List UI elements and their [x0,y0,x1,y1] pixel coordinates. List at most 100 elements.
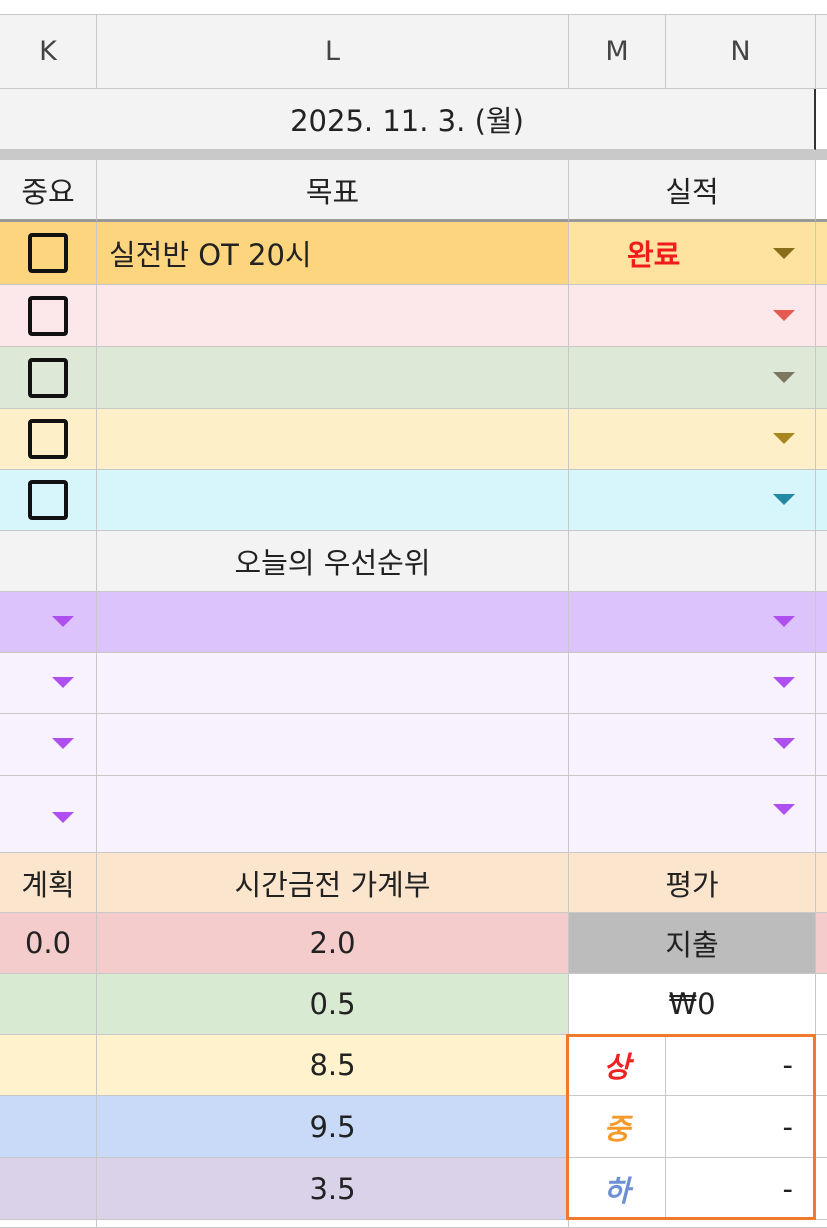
goal-text-cell[interactable] [97,285,569,347]
plan-value[interactable] [0,974,97,1035]
blank-cell[interactable] [816,714,827,776]
date-cell[interactable]: 2025. 11. 3. (월) [0,89,816,150]
priority-dropdown[interactable] [0,653,97,714]
blank-cell[interactable] [816,89,827,150]
status-dropdown[interactable] [569,409,816,470]
priority-header-blank[interactable] [0,531,97,592]
dropdown-arrow-icon[interactable] [773,494,795,505]
blank-cell[interactable] [97,1220,569,1228]
column-header-m[interactable]: M [569,14,666,89]
dropdown-arrow-icon[interactable] [52,616,74,627]
grade-label[interactable]: 중 [569,1096,666,1158]
blank-cell[interactable] [816,222,827,285]
importance-checkbox-cell[interactable] [0,285,97,347]
goal-header[interactable]: 목표 [97,160,569,222]
plan-value[interactable] [0,1158,97,1220]
checkbox[interactable] [28,480,68,520]
frozen-row-divider[interactable] [0,150,827,160]
ledger-value[interactable]: 0.5 [97,974,569,1035]
dropdown-arrow-icon[interactable] [773,433,795,444]
importance-checkbox-cell[interactable] [0,470,97,531]
ledger-header[interactable]: 시간금전 가계부 [97,853,569,913]
blank-cell[interactable] [816,347,827,409]
blank-cell[interactable] [816,1096,827,1158]
plan-header[interactable]: 계획 [0,853,97,913]
blank-cell[interactable] [816,776,827,853]
grade-value[interactable]: - [666,1158,816,1220]
column-header-k[interactable]: K [0,14,97,89]
priority-dropdown[interactable] [0,714,97,776]
blank-cell[interactable] [816,1035,827,1096]
grade-value[interactable]: - [666,1096,816,1158]
column-header-n[interactable]: N [666,14,816,89]
grade-label[interactable]: 하 [569,1158,666,1220]
blank-cell[interactable] [816,531,827,592]
goal-text-cell[interactable] [97,409,569,470]
priority-dropdown[interactable] [0,592,97,653]
eval-header[interactable]: 평가 [569,853,816,913]
priority-header[interactable]: 오늘의 우선순위 [97,531,569,592]
checkbox[interactable] [28,357,68,398]
importance-checkbox-cell[interactable] [0,347,97,409]
priority-result-dropdown[interactable] [569,592,816,653]
column-header-l[interactable]: L [97,14,569,89]
goal-text-cell[interactable] [97,470,569,531]
ledger-value[interactable]: 2.0 [97,913,569,974]
checkbox[interactable] [28,295,68,336]
ledger-value[interactable]: 9.5 [97,1096,569,1158]
blank-cell[interactable] [816,913,827,974]
priority-text-cell[interactable] [97,592,569,653]
ledger-value[interactable]: 3.5 [97,1158,569,1220]
blank-cell[interactable] [816,160,827,222]
priority-result-dropdown[interactable] [569,653,816,714]
status-dropdown[interactable] [569,470,816,531]
plan-value[interactable] [0,1035,97,1096]
blank-cell[interactable] [816,853,827,913]
dropdown-arrow-icon[interactable] [52,677,74,688]
dropdown-arrow-icon[interactable] [773,248,795,259]
priority-text-cell[interactable] [97,653,569,714]
column-header-o[interactable] [816,14,827,89]
status-dropdown[interactable] [569,347,816,409]
priority-result-dropdown[interactable] [569,776,816,853]
goal-text-cell[interactable]: 실전반 OT 20시 [97,222,569,285]
dropdown-arrow-icon[interactable] [773,310,795,321]
priority-text-cell[interactable] [97,776,569,853]
ledger-value[interactable]: 8.5 [97,1035,569,1096]
checkbox[interactable] [28,233,68,273]
goal-text-cell[interactable] [97,347,569,409]
status-dropdown[interactable] [569,285,816,347]
result-header[interactable]: 실적 [569,160,816,222]
grade-value[interactable]: - [666,1035,816,1096]
grade-label[interactable]: 상 [569,1035,666,1096]
dropdown-arrow-icon[interactable] [52,812,74,823]
blank-cell[interactable] [816,470,827,531]
checkbox[interactable] [28,419,68,459]
blank-cell[interactable] [816,409,827,470]
dropdown-arrow-icon[interactable] [773,616,795,627]
priority-header-blank[interactable] [569,531,816,592]
dropdown-arrow-icon[interactable] [773,372,795,383]
importance-header[interactable]: 중요 [0,160,97,222]
blank-cell[interactable] [816,974,827,1035]
blank-cell[interactable] [816,592,827,653]
dropdown-arrow-icon[interactable] [773,738,795,749]
expense-value[interactable]: ₩0 [569,974,816,1035]
plan-value[interactable]: 0.0 [0,913,97,974]
priority-text-cell[interactable] [97,714,569,776]
importance-checkbox-cell[interactable] [0,409,97,470]
status-dropdown[interactable]: 완료 [569,222,816,285]
blank-cell[interactable] [816,1158,827,1220]
blank-cell[interactable] [816,285,827,347]
dropdown-arrow-icon[interactable] [773,804,795,815]
dropdown-arrow-icon[interactable] [773,677,795,688]
priority-dropdown[interactable] [0,776,97,853]
importance-checkbox-cell[interactable] [0,222,97,285]
blank-cell[interactable] [816,653,827,714]
blank-cell[interactable] [569,1220,827,1228]
blank-cell[interactable] [0,1220,97,1228]
priority-result-dropdown[interactable] [569,714,816,776]
dropdown-arrow-icon[interactable] [52,738,74,749]
plan-value[interactable] [0,1096,97,1158]
expense-label[interactable]: 지출 [569,913,816,974]
